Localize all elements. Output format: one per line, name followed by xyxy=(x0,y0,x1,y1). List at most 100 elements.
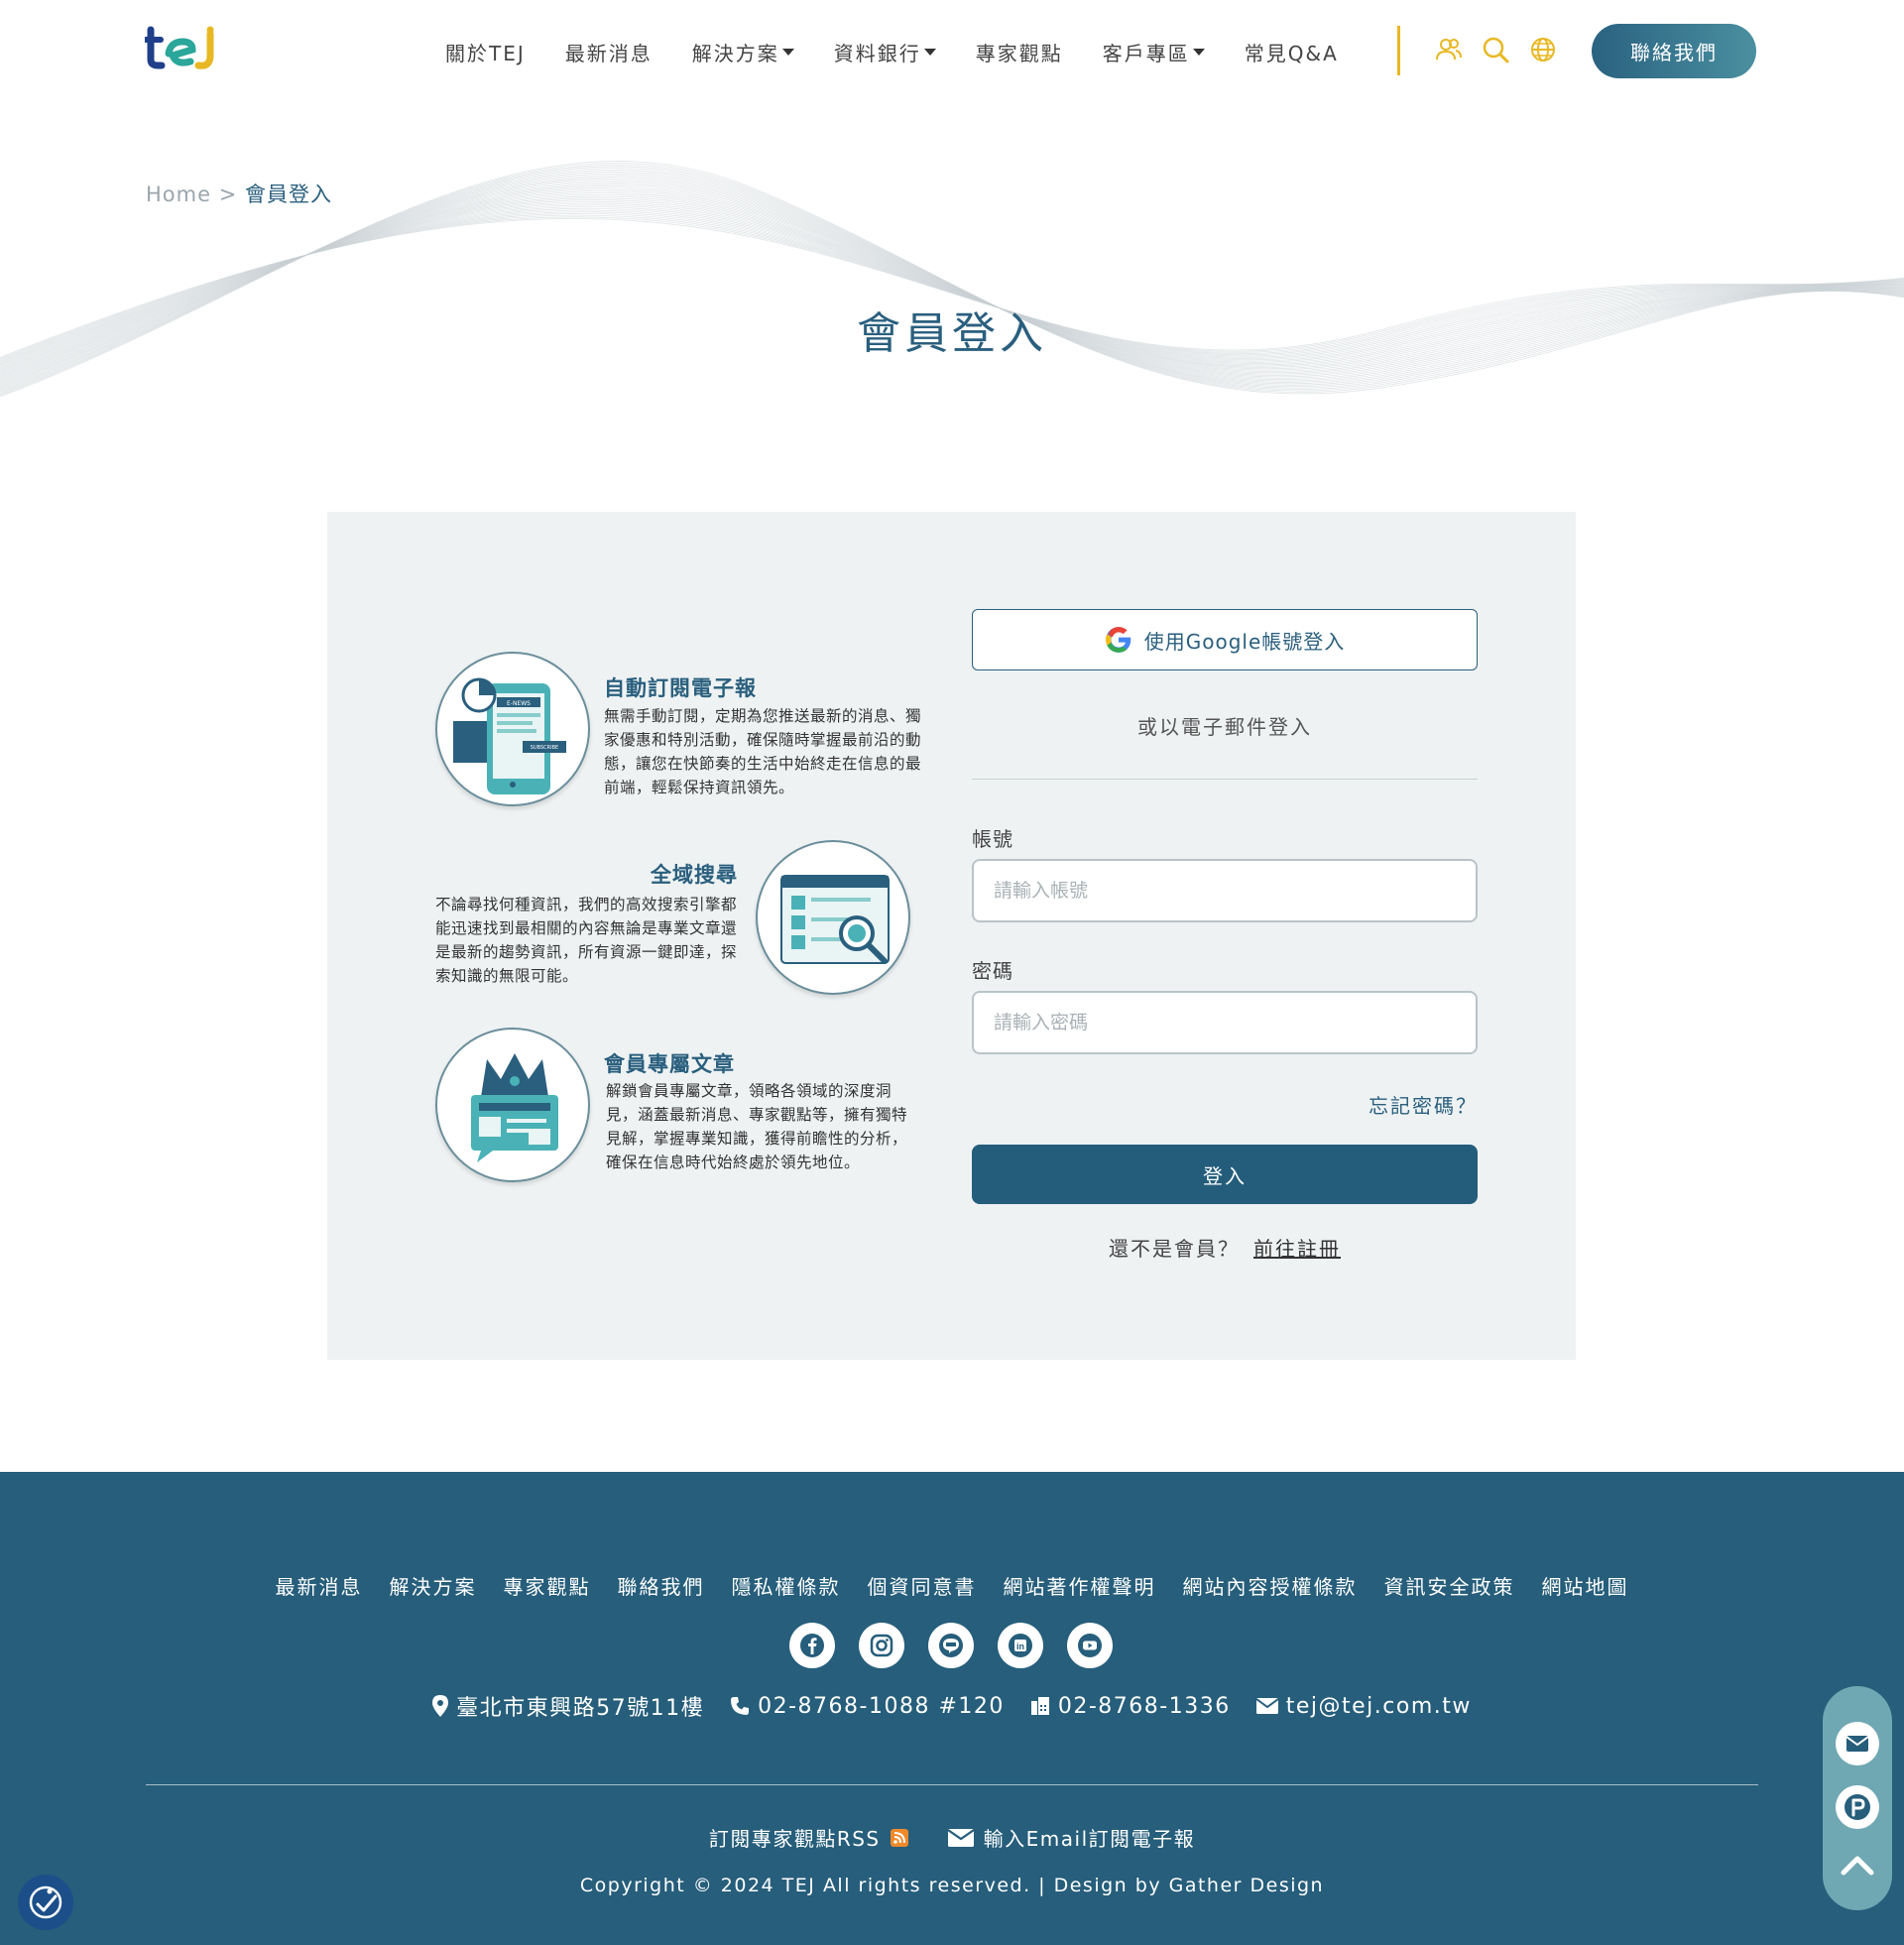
footer-link[interactable]: 專家觀點 xyxy=(504,1571,591,1600)
nav-solutions[interactable]: 解決方案 xyxy=(692,38,794,66)
crown-article-icon xyxy=(471,1053,558,1162)
register-link[interactable]: 前往註冊 xyxy=(1253,1237,1341,1261)
caret-down-icon xyxy=(1192,49,1205,56)
tej-logo[interactable] xyxy=(145,26,226,69)
main-nav: 關於TEJ 最新消息 解決方案 資料銀行 專家觀點 客戶專區 常見Q&A xyxy=(445,38,1378,66)
enews-illustration: E-NEWS SUBSCRIBE xyxy=(435,652,590,806)
nav-label: 資料銀行 xyxy=(833,42,921,65)
instagram-icon[interactable] xyxy=(859,1623,904,1668)
password-label: 密碼 xyxy=(972,959,1013,983)
search-icon[interactable] xyxy=(1482,36,1509,63)
envelope-icon xyxy=(1846,1736,1868,1752)
subscribe-row: 訂閱專家觀點RSS 輸入Email訂閱電子報 xyxy=(0,1823,1904,1852)
articles-illustration xyxy=(435,1028,590,1182)
subscribe-text: SUBSCRIBE xyxy=(531,745,558,751)
parking-float-button[interactable] xyxy=(1836,1785,1879,1829)
nav-news[interactable]: 最新消息 xyxy=(565,38,653,66)
breadcrumb-current: 會員登入 xyxy=(245,182,332,206)
mail-float-button[interactable] xyxy=(1836,1722,1879,1765)
facebook-icon[interactable] xyxy=(789,1623,835,1668)
footer-link[interactable]: 個資同意書 xyxy=(868,1571,977,1600)
phone-icon xyxy=(731,1697,750,1715)
nav-client-area[interactable]: 客戶專區 xyxy=(1103,38,1205,66)
footer-link[interactable]: 網站內容授權條款 xyxy=(1183,1571,1358,1600)
email-item[interactable]: tej@tej.com.tw xyxy=(1255,1690,1472,1722)
envelope-icon xyxy=(1255,1698,1278,1714)
globe-icon[interactable] xyxy=(1529,36,1557,63)
accessibility-button[interactable] xyxy=(18,1875,73,1930)
map-pin-icon xyxy=(432,1695,449,1717)
caret-down-icon xyxy=(781,49,794,56)
linkedin-icon[interactable]: in xyxy=(998,1623,1043,1668)
nav-label: 專家觀點 xyxy=(975,42,1063,65)
enews-text: E-NEWS xyxy=(507,700,531,707)
address-item: 臺北市東興路57號11樓 xyxy=(432,1690,704,1722)
footer-link[interactable]: 資訊安全政策 xyxy=(1384,1571,1515,1600)
phone-newsletter-icon: E-NEWS SUBSCRIBE xyxy=(453,677,566,794)
account-input[interactable] xyxy=(972,859,1478,922)
copyright: Copyright © 2024 TEJ All rights reserved… xyxy=(579,1875,1325,1896)
footer-link[interactable]: 網站著作權聲明 xyxy=(1004,1571,1156,1600)
fax-item: 02-8768-1336 xyxy=(1030,1690,1231,1722)
feature-title-articles: 會員專屬文章 xyxy=(604,1052,735,1076)
feature-desc-search: 不論尋找何種資訊，我們的高效搜索引擎都能迅速找到最相關的內容無論是專業文章還是最… xyxy=(435,896,738,985)
page-title: 會員登入 xyxy=(857,308,1047,359)
phone-item[interactable]: 02-8768-1088 #120 xyxy=(730,1690,1005,1722)
footer-link[interactable]: 聯絡我們 xyxy=(618,1571,705,1600)
breadcrumb-separator: > xyxy=(218,182,238,206)
floating-toolbar xyxy=(1823,1686,1892,1910)
nav-faq[interactable]: 常見Q&A xyxy=(1245,38,1339,66)
back-to-top-icon[interactable] xyxy=(1840,1853,1875,1877)
register-prompt: 還不是會員？ xyxy=(1109,1237,1240,1261)
nav-divider xyxy=(1397,26,1400,75)
phone-text: 02-8768-1088 #120 xyxy=(758,1693,1005,1719)
footer-link[interactable]: 最新消息 xyxy=(276,1571,363,1600)
accessibility-icon xyxy=(29,1885,62,1919)
nav-about[interactable]: 關於TEJ xyxy=(445,38,526,66)
nav-label: 常見Q&A xyxy=(1244,42,1339,65)
youtube-icon[interactable] xyxy=(1067,1623,1113,1668)
contact-button[interactable]: 聯絡我們 xyxy=(1592,24,1756,78)
svg-text:in: in xyxy=(1016,1641,1024,1651)
nav-label: 關於TEJ xyxy=(445,42,526,65)
breadcrumb: Home > 會員登入 xyxy=(146,179,332,208)
user-icon[interactable] xyxy=(1435,36,1463,63)
nav-label: 解決方案 xyxy=(691,42,779,65)
form-divider xyxy=(972,779,1478,780)
feature-title-enews: 自動訂閱電子報 xyxy=(604,676,757,700)
line-icon[interactable] xyxy=(928,1623,974,1668)
rss-label: 訂閱專家觀點RSS xyxy=(708,1827,881,1851)
account-label: 帳號 xyxy=(972,827,1013,851)
footer-link[interactable]: 隱私權條款 xyxy=(732,1571,841,1600)
feature-desc-enews: 無需手動訂閱，定期為您推送最新的消息、獨家優惠和特別活動，確保隨時掌握最前沿的動… xyxy=(604,707,922,796)
nav-insights[interactable]: 專家觀點 xyxy=(976,38,1063,66)
nav-databank[interactable]: 資料銀行 xyxy=(834,38,936,66)
google-login-button[interactable]: 使用Google帳號登入 xyxy=(972,609,1478,670)
site-header: 關於TEJ 最新消息 解決方案 資料銀行 專家觀點 客戶專區 常見Q&A 聯絡我… xyxy=(0,0,1904,109)
caret-down-icon xyxy=(923,49,936,56)
google-icon xyxy=(1105,627,1130,653)
footer-divider xyxy=(146,1784,1758,1785)
footer-link[interactable]: 解決方案 xyxy=(390,1571,477,1600)
footer-links: 最新消息 解決方案 專家觀點 聯絡我們 隱私權條款 個資同意書 網站著作權聲明 … xyxy=(0,1571,1904,1600)
forgot-password-link[interactable]: 忘記密碼？ xyxy=(1368,1090,1478,1119)
address-text: 臺北市東興路57號11樓 xyxy=(456,1696,705,1721)
fax-text: 02-8768-1336 xyxy=(1057,1693,1231,1719)
feature-title-search: 全域搜尋 xyxy=(651,863,738,887)
breadcrumb-home[interactable]: Home xyxy=(146,182,211,206)
newsletter-label: 輸入Email訂閱電子報 xyxy=(983,1827,1196,1851)
login-button[interactable]: 登入 xyxy=(972,1145,1478,1204)
contact-info: 臺北市東興路57號11樓 02-8768-1088 #120 02-8768-1… xyxy=(0,1690,1904,1722)
rss-link[interactable]: 訂閱專家觀點RSS xyxy=(709,1823,908,1852)
email-text: tej@tej.com.tw xyxy=(1285,1693,1472,1719)
p-badge-icon xyxy=(1844,1794,1870,1820)
footer-link[interactable]: 網站地圖 xyxy=(1542,1571,1629,1600)
or-email-text: 或以電子郵件登入 xyxy=(1137,715,1312,739)
newsletter-link[interactable]: 輸入Email訂閱電子報 xyxy=(947,1823,1196,1852)
feature-desc-articles: 解鎖會員專屬文章，領略各領域的深度洞見，涵蓋最新消息、專家觀點等，擁有獨特見解，… xyxy=(606,1082,908,1171)
register-row: 還不是會員？ 前往註冊 xyxy=(972,1233,1478,1262)
password-input[interactable] xyxy=(972,991,1478,1054)
fax-icon xyxy=(1030,1697,1049,1715)
nav-label: 最新消息 xyxy=(564,42,653,65)
site-footer: 最新消息 解決方案 專家觀點 聯絡我們 隱私權條款 個資同意書 網站著作權聲明 … xyxy=(0,1472,1904,1945)
